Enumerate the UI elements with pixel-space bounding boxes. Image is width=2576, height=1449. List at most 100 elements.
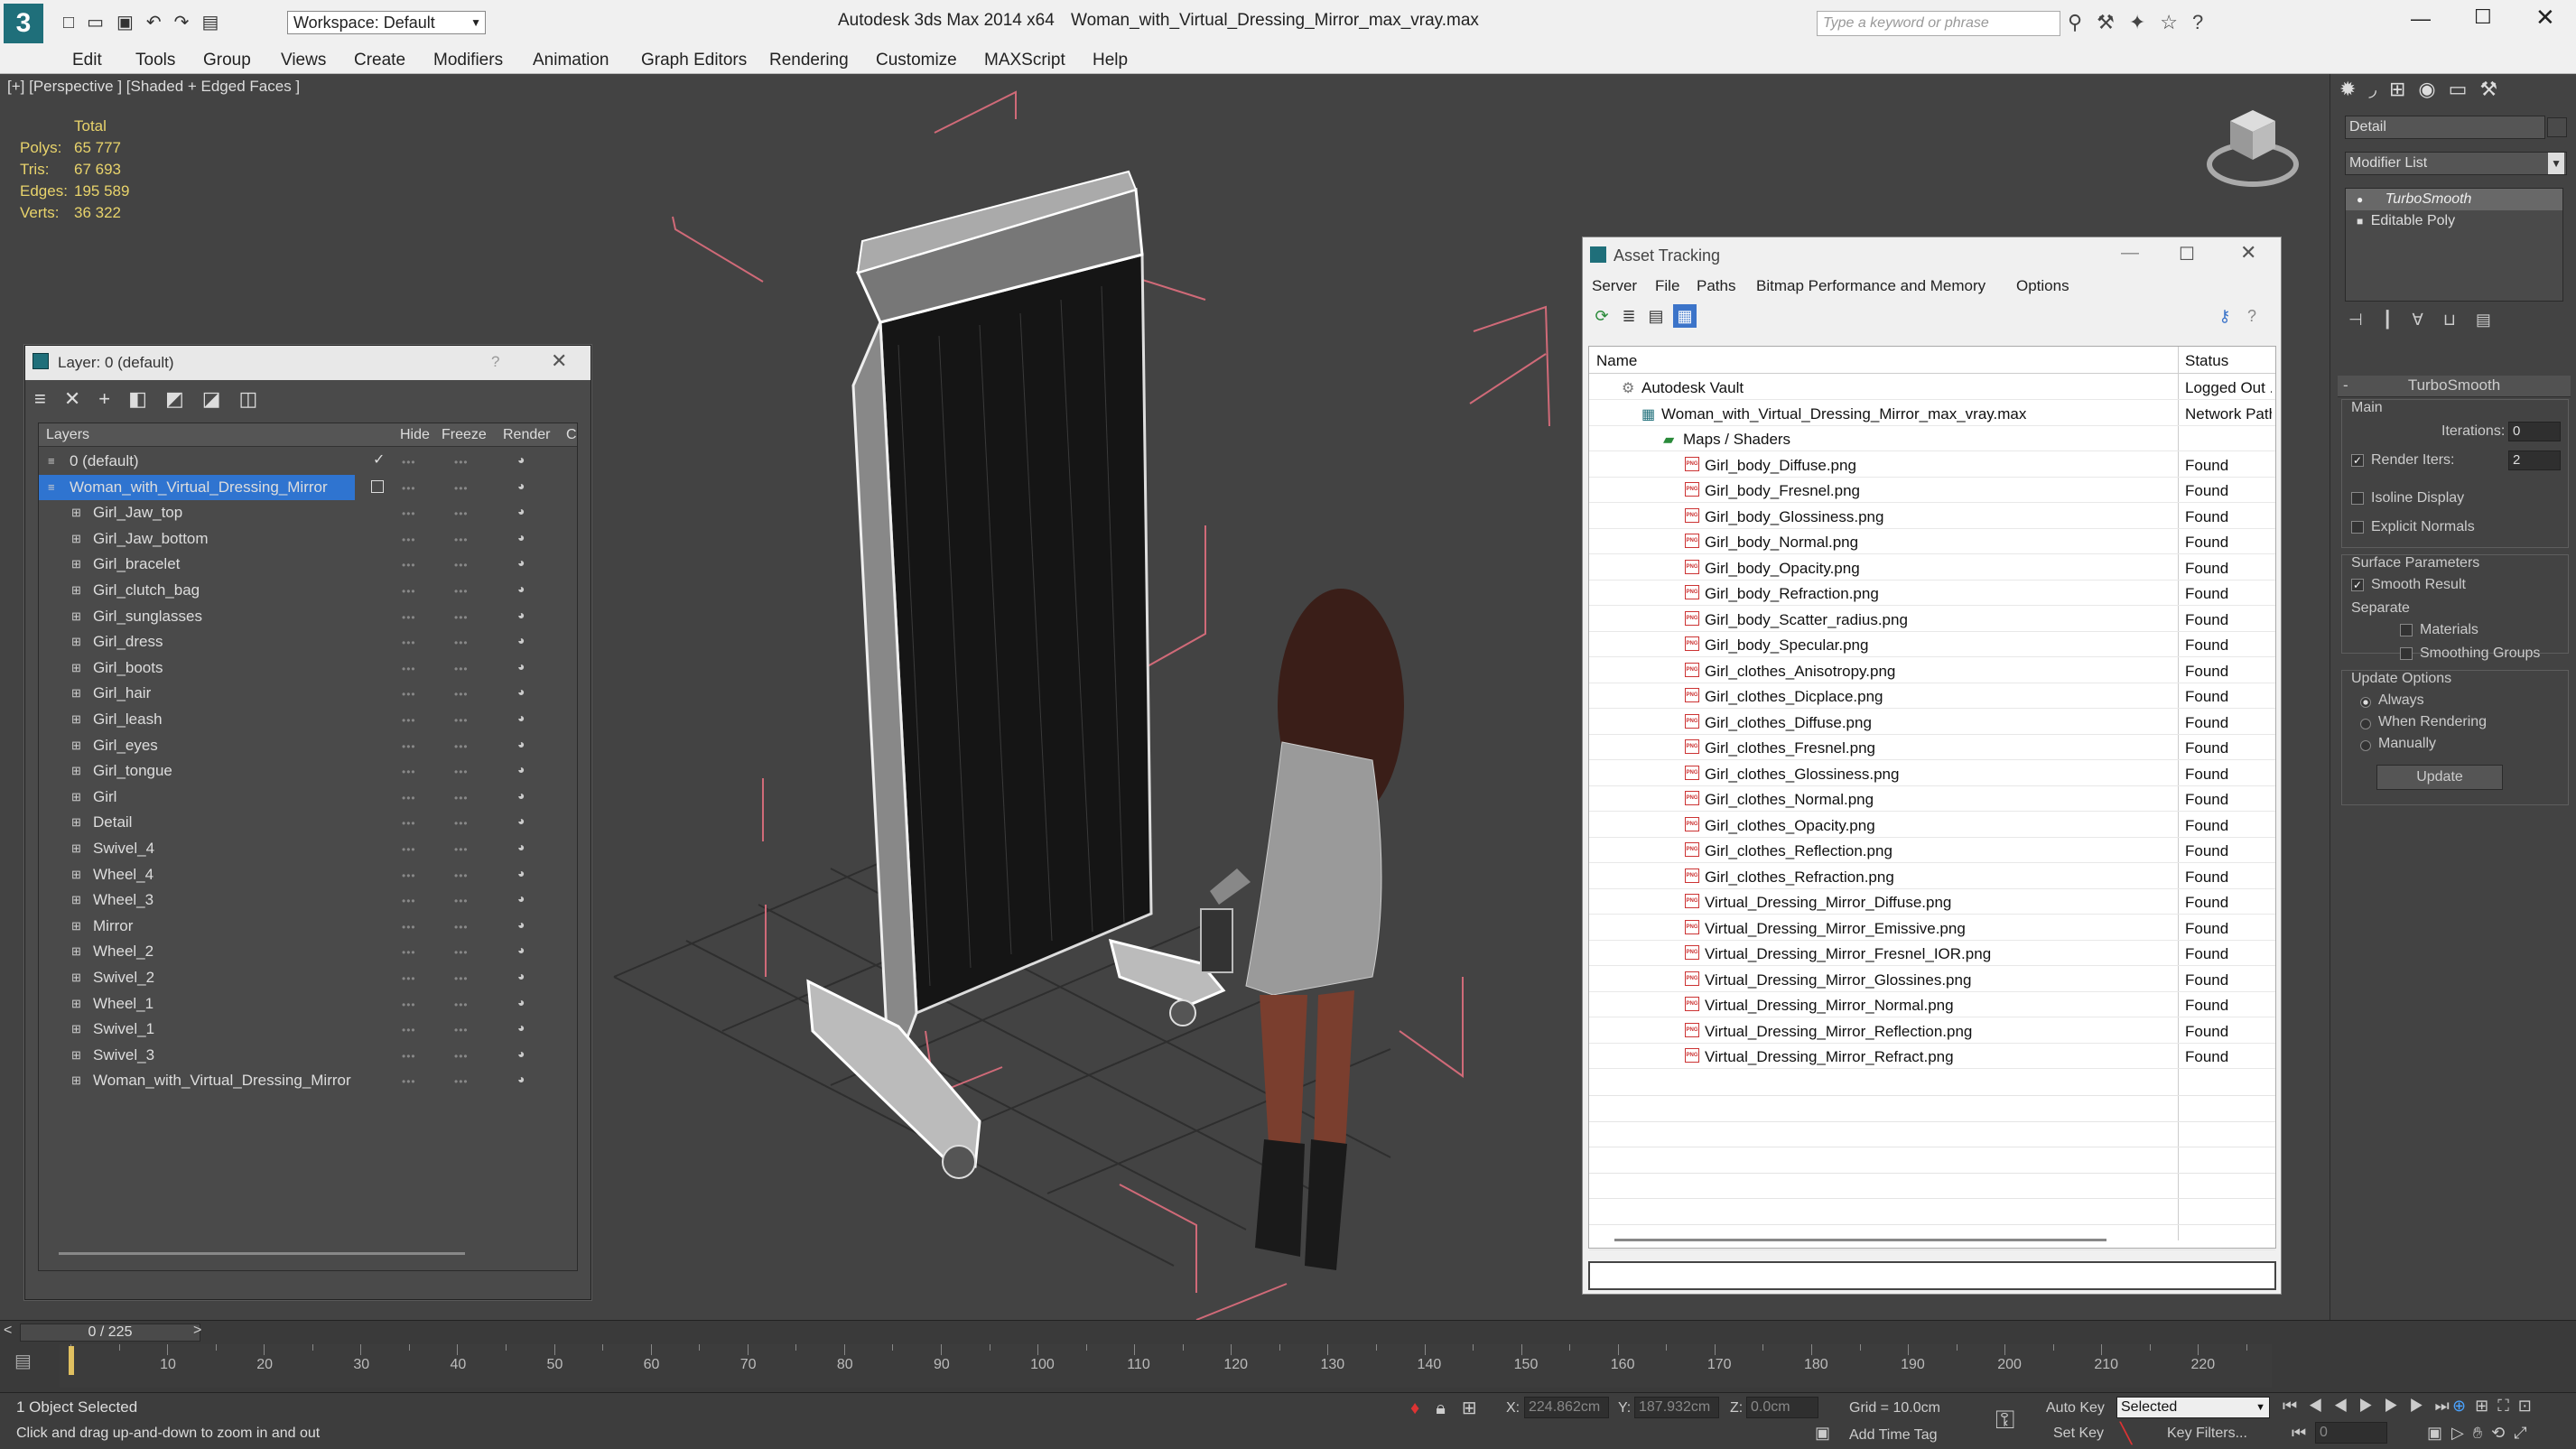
menu-animation[interactable]: Animation bbox=[533, 51, 609, 70]
render-teapot-icon[interactable]: ◕ bbox=[517, 813, 525, 828]
close-button[interactable]: ✕ bbox=[2535, 4, 2555, 32]
hide-toggle[interactable]: ••• bbox=[402, 766, 416, 778]
asset-row[interactable]: PNG Girl_clothes_Dicplace.png Found bbox=[1589, 683, 2275, 709]
hide-toggle[interactable]: ••• bbox=[402, 869, 416, 882]
render-teapot-icon[interactable]: ◕ bbox=[517, 711, 525, 725]
asset-row[interactable]: PNG Girl_body_Fresnel.png Found bbox=[1589, 478, 2275, 503]
asset-row[interactable]: PNG Girl_clothes_Diffuse.png Found bbox=[1589, 710, 2275, 735]
utilities-tab-icon[interactable]: ⚒ bbox=[2479, 78, 2510, 100]
asset-row[interactable]: ▰ Maps / Shaders bbox=[1589, 426, 2275, 451]
smoothing-groups-checkbox[interactable] bbox=[2400, 646, 2418, 662]
layer-row[interactable]: ⊞ Woman_with_Virtual_Dressing_Mirror bbox=[39, 1068, 579, 1093]
asset-row[interactable]: ▦ Woman_with_Virtual_Dressing_Mirror_max_… bbox=[1589, 401, 2275, 426]
render-teapot-icon[interactable]: ◕ bbox=[517, 737, 525, 751]
z-coordinate-field[interactable]: 0.0cm bbox=[1746, 1397, 1818, 1418]
time-slider-next-icon[interactable]: > bbox=[193, 1323, 201, 1339]
explicit-normals-checkbox[interactable] bbox=[2351, 519, 2369, 535]
render-teapot-icon[interactable]: ◕ bbox=[517, 684, 525, 699]
time-slider-thumb[interactable]: 0 / 225 bbox=[20, 1324, 200, 1342]
layer-row[interactable]: ⊞ Girl bbox=[39, 785, 579, 810]
col-render[interactable]: Render bbox=[503, 427, 550, 443]
zoom-all-icon[interactable]: ⊞ bbox=[2475, 1397, 2497, 1415]
col-freeze[interactable]: Freeze bbox=[442, 427, 487, 443]
freeze-toggle[interactable]: ••• bbox=[454, 946, 469, 959]
menu-tools[interactable]: Tools bbox=[135, 51, 175, 70]
layer-row[interactable]: ⊞ Girl_clutch_bag bbox=[39, 578, 579, 603]
set-key-button[interactable]: Set Key bbox=[2053, 1426, 2104, 1442]
layer-row[interactable]: ⊞ Wheel_3 bbox=[39, 887, 579, 913]
field-of-view-icon[interactable]: ▷ bbox=[2451, 1424, 2473, 1442]
render-teapot-icon[interactable]: ◕ bbox=[517, 840, 525, 854]
motion-tab-icon[interactable]: ◉ bbox=[2418, 78, 2448, 100]
freeze-toggle[interactable]: ••• bbox=[454, 869, 469, 882]
hide-toggle[interactable]: ••• bbox=[402, 714, 416, 727]
pin-stack-icon[interactable]: ⊣ bbox=[2348, 311, 2383, 329]
expand-icon[interactable]: ■ bbox=[2357, 215, 2363, 228]
render-teapot-icon[interactable]: ◕ bbox=[517, 555, 525, 570]
save-icon[interactable]: ▣ bbox=[116, 13, 146, 33]
freeze-all-icon[interactable]: ◫ bbox=[239, 387, 276, 410]
maximize-viewport-icon[interactable]: ⤢ bbox=[2514, 1424, 2535, 1442]
minimize-button[interactable]: — bbox=[2411, 7, 2431, 31]
highlight-layer-icon[interactable]: ◩ bbox=[165, 387, 202, 410]
render-teapot-icon[interactable]: ◕ bbox=[517, 452, 525, 467]
current-frame-field[interactable]: 0 bbox=[2315, 1422, 2387, 1444]
asset-menu-file[interactable]: File bbox=[1655, 277, 1679, 295]
zoom-icon[interactable]: ⊕ bbox=[2452, 1397, 2475, 1415]
zoom-extents-icon[interactable]: ⛶ bbox=[2497, 1397, 2518, 1415]
grid-view-icon[interactable]: ▦ bbox=[1673, 304, 1697, 328]
hide-toggle[interactable]: ••• bbox=[402, 972, 416, 985]
render-teapot-icon[interactable]: ◕ bbox=[517, 891, 525, 906]
layer-row[interactable]: ⊞ Girl_hair bbox=[39, 681, 579, 706]
previous-frame-icon[interactable]: ◀◀ bbox=[2308, 1397, 2358, 1415]
hide-toggle[interactable]: ••• bbox=[402, 792, 416, 804]
layer-horizontal-scrollbar[interactable] bbox=[59, 1252, 465, 1255]
add-time-tag-icon[interactable]: ▣ bbox=[1815, 1424, 1830, 1443]
freeze-toggle[interactable]: ••• bbox=[454, 792, 469, 804]
layer-row[interactable]: ⊞ Wheel_4 bbox=[39, 862, 579, 887]
configure-sets-icon[interactable]: ▤ bbox=[2476, 311, 2511, 329]
add-time-tag[interactable]: Add Time Tag bbox=[1849, 1427, 1938, 1444]
hide-toggle[interactable]: ••• bbox=[402, 636, 416, 649]
app-logo-icon[interactable]: 3 bbox=[4, 4, 43, 43]
exchange-icon[interactable]: ✦ bbox=[2129, 11, 2160, 33]
render-teapot-icon[interactable]: ◕ bbox=[517, 1072, 525, 1086]
render-iters-spinner[interactable]: 2 bbox=[2508, 450, 2561, 470]
layer-row[interactable]: ≡ 0 (default) bbox=[39, 449, 579, 474]
render-teapot-icon[interactable]: ◕ bbox=[517, 943, 525, 957]
render-teapot-icon[interactable]: ◕ bbox=[517, 917, 525, 932]
freeze-toggle[interactable]: ••• bbox=[454, 817, 469, 830]
freeze-toggle[interactable]: ••• bbox=[454, 895, 469, 907]
hierarchy-tab-icon[interactable]: ⊞ bbox=[2389, 78, 2418, 100]
layer-row[interactable]: ⊞ Girl_leash bbox=[39, 707, 579, 732]
freeze-toggle[interactable]: ••• bbox=[454, 843, 469, 856]
asset-row[interactable]: PNG Girl_clothes_Glossiness.png Found bbox=[1589, 761, 2275, 786]
asset-maximize-button[interactable]: ☐ bbox=[2179, 243, 2195, 265]
next-frame-icon[interactable]: ▶▶ bbox=[2384, 1397, 2434, 1415]
isoline-display-checkbox[interactable] bbox=[2351, 490, 2369, 506]
asset-menu-paths[interactable]: Paths bbox=[1697, 277, 1735, 295]
timeline[interactable]: < 0 / 225 > 10 20 30 40 50 60 70 80 90 100 110 120 1… bbox=[0, 1320, 2576, 1392]
iterations-spinner[interactable]: 0 bbox=[2508, 422, 2561, 441]
render-teapot-icon[interactable]: ◕ bbox=[517, 969, 525, 983]
freeze-toggle[interactable]: ••• bbox=[454, 663, 469, 675]
asset-table[interactable]: Name Status ⚙ Autodesk Vault Logged Out . ▦… bbox=[1588, 346, 2276, 1277]
layer-row[interactable]: ⊞ Swivel_3 bbox=[39, 1043, 579, 1068]
freeze-toggle[interactable]: ••• bbox=[454, 714, 469, 727]
smooth-result-checkbox[interactable]: ✓ bbox=[2351, 577, 2369, 593]
asset-col-name[interactable]: Name bbox=[1596, 352, 1637, 370]
modifier-list-dropdown[interactable]: Modifier List ▼ bbox=[2345, 152, 2567, 175]
create-tab-icon[interactable]: ✹ bbox=[2339, 78, 2368, 100]
layer-row[interactable]: ⊞ Girl_Jaw_top bbox=[39, 500, 579, 525]
zoom-extents-all-icon[interactable]: ⊡ bbox=[2518, 1397, 2541, 1415]
hide-toggle[interactable]: ••• bbox=[402, 895, 416, 907]
new-file-icon[interactable]: □ bbox=[63, 13, 87, 33]
layer-row[interactable]: ⊞ Swivel_1 bbox=[39, 1017, 579, 1042]
render-teapot-icon[interactable]: ◕ bbox=[517, 788, 525, 803]
hide-toggle[interactable]: ••• bbox=[402, 1075, 416, 1088]
asset-row[interactable]: PNG Girl_body_Glossiness.png Found bbox=[1589, 504, 2275, 529]
menu-group[interactable]: Group bbox=[203, 51, 251, 70]
asset-row[interactable]: PNG Girl_body_Normal.png Found bbox=[1589, 529, 2275, 554]
menu-help[interactable]: Help bbox=[1093, 51, 1128, 70]
wrench-icon[interactable]: ⚒ bbox=[2097, 11, 2129, 33]
